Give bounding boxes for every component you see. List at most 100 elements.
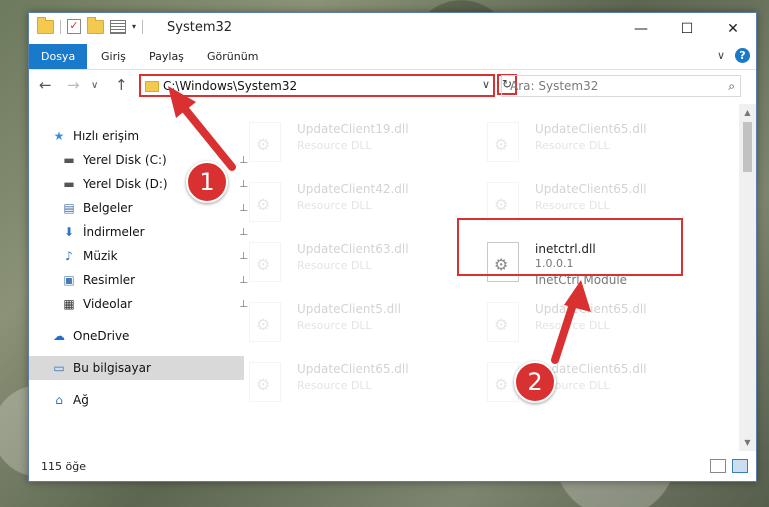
file-name: UpdateClient5.dll xyxy=(297,302,401,316)
scroll-thumb[interactable] xyxy=(743,122,752,172)
dll-file-icon xyxy=(249,242,281,282)
sidebar-item[interactable]: ☁ OneDrive xyxy=(29,324,244,348)
drive-icon: ▬ xyxy=(63,177,75,191)
file-name: UpdateClient65.dll xyxy=(297,362,409,376)
sidebar-item-label: Belgeler xyxy=(83,201,133,215)
maximize-button[interactable]: ☐ xyxy=(664,13,710,44)
sidebar-item-label: Videolar xyxy=(83,297,133,311)
sidebar-item[interactable]: ▦ Videolar ⊥ xyxy=(29,292,254,316)
item-count: 115 öğe xyxy=(41,460,86,473)
folder-icon xyxy=(145,81,159,92)
file-type: Resource DLL xyxy=(297,139,372,152)
search-icon[interactable]: ⌕ xyxy=(728,79,735,94)
music-icon: ♪ xyxy=(65,249,73,263)
dll-file-icon xyxy=(487,122,519,162)
expand-ribbon-icon[interactable]: ∨ xyxy=(717,49,725,62)
file-item[interactable]: UpdateClient65.dllResource DLL xyxy=(467,294,697,350)
sidebar-item[interactable]: ▣ Resimler ⊥ xyxy=(29,268,254,292)
file-type: Resource DLL xyxy=(535,319,610,332)
file-type: Resource DLL xyxy=(297,199,372,212)
properties-check-icon[interactable]: ✓ xyxy=(67,19,81,34)
dll-file-icon xyxy=(487,302,519,342)
close-button[interactable]: ✕ xyxy=(710,13,756,44)
computer-icon: ▭ xyxy=(53,361,65,375)
file-item[interactable]: UpdateClient65.dllResource DLL xyxy=(467,354,697,410)
back-button[interactable]: ← xyxy=(39,76,52,94)
vertical-scrollbar[interactable]: ▲ ▼ xyxy=(739,104,756,451)
forward-button[interactable]: → xyxy=(67,76,80,94)
search-placeholder: Ara: System32 xyxy=(510,79,599,93)
file-name: UpdateClient65.dll xyxy=(535,182,647,196)
status-bar: 115 öğe xyxy=(29,451,756,481)
file-item[interactable]: UpdateClient19.dll Resource DLL xyxy=(229,114,459,170)
file-type: Resource DLL xyxy=(535,139,610,152)
large-icons-view-icon[interactable] xyxy=(732,459,748,473)
customize-icon[interactable] xyxy=(110,19,126,34)
title-bar: ✓ ▾ System32 — ☐ ✕ xyxy=(29,13,756,44)
divider xyxy=(60,19,61,34)
details-view-icon[interactable] xyxy=(710,459,726,473)
documents-icon: ▤ xyxy=(63,201,75,215)
cloud-icon: ☁ xyxy=(53,329,65,343)
file-item[interactable]: UpdateClient5.dll Resource DLL xyxy=(229,294,459,350)
videos-icon: ▦ xyxy=(63,297,75,311)
dll-file-icon xyxy=(249,362,281,402)
file-type: Resource DLL xyxy=(297,379,372,392)
file-type: Resource DLL xyxy=(535,199,610,212)
file-type: Resource DLL xyxy=(297,259,372,272)
qat-dropdown-icon[interactable]: ▾ xyxy=(132,22,136,31)
sidebar-item-label: Ağ xyxy=(73,393,89,407)
file-name: UpdateClient65.dll xyxy=(535,122,647,136)
pictures-icon: ▣ xyxy=(63,273,75,287)
address-path[interactable]: C:\Windows\System32 xyxy=(163,79,297,93)
file-name: UpdateClient19.dll xyxy=(297,122,409,136)
search-box[interactable]: Ara: System32 ⌕ xyxy=(501,75,741,97)
scroll-down-icon[interactable]: ▼ xyxy=(739,434,756,451)
highlight-box xyxy=(457,218,683,276)
dll-file-icon xyxy=(249,182,281,222)
sidebar-item-label: Yerel Disk (C:) xyxy=(83,153,167,167)
sidebar-item[interactable]: ♪ Müzik ⊥ xyxy=(29,244,254,268)
dll-file-icon xyxy=(249,302,281,342)
sidebar-item-label: Hızlı erişim xyxy=(73,129,140,143)
help-icon[interactable]: ? xyxy=(735,48,750,63)
step-1-badge: 1 xyxy=(186,161,228,203)
file-item[interactable]: UpdateClient65.dll Resource DLL xyxy=(467,114,697,170)
file-name: UpdateClient63.dll xyxy=(297,242,409,256)
sidebar-item[interactable]: ⬇ İndirmeler ⊥ xyxy=(29,220,254,244)
network-icon: ⌂ xyxy=(55,393,63,407)
step-2-badge: 2 xyxy=(514,361,556,403)
tab-share[interactable]: Paylaş xyxy=(137,44,196,69)
tab-home[interactable]: Giriş xyxy=(89,44,138,69)
window-title: System32 xyxy=(167,20,233,35)
sidebar-item[interactable]: ★ Hızlı erişim xyxy=(29,124,244,148)
new-folder-icon[interactable] xyxy=(87,16,104,34)
sidebar-item-label: Yerel Disk (D:) xyxy=(83,177,168,191)
file-item[interactable]: UpdateClient65.dll Resource DLL xyxy=(229,354,459,410)
file-item[interactable]: UpdateClient63.dll Resource DLL xyxy=(229,234,459,290)
recent-locations-button[interactable]: ∨ xyxy=(91,80,98,91)
sidebar-item-label: Bu bilgisayar xyxy=(73,361,151,375)
minimize-button[interactable]: — xyxy=(618,13,664,44)
file-item[interactable]: UpdateClient42.dll Resource DLL xyxy=(229,174,459,230)
sidebar-item[interactable]: ▭ Bu bilgisayar xyxy=(29,356,244,380)
drive-icon: ▬ xyxy=(63,153,75,167)
scroll-up-icon[interactable]: ▲ xyxy=(739,104,756,121)
up-button[interactable]: ↑ xyxy=(115,76,128,94)
navigation-bar: ← → ∨ ↑ C:\Windows\System32 ∨ ↻ Ara: Sys… xyxy=(29,70,756,102)
sidebar-item-label: İndirmeler xyxy=(83,225,145,239)
file-type: Resource DLL xyxy=(297,319,372,332)
tab-view[interactable]: Görünüm xyxy=(195,44,270,69)
tab-file[interactable]: Dosya xyxy=(29,44,88,69)
divider xyxy=(142,19,144,34)
address-dropdown-icon[interactable]: ∨ xyxy=(482,78,490,91)
dll-file-icon xyxy=(487,182,519,222)
file-name: UpdateClient42.dll xyxy=(297,182,409,196)
sidebar-item-label: Müzik xyxy=(83,249,118,263)
dll-file-icon xyxy=(249,122,281,162)
folder-icon xyxy=(37,16,54,34)
sidebar-item-label: OneDrive xyxy=(73,329,130,343)
sidebar-item[interactable]: ▤ Belgeler ⊥ xyxy=(29,196,254,220)
sidebar-item[interactable]: ⌂ Ağ xyxy=(29,388,244,412)
address-bar[interactable]: C:\Windows\System32 ∨ ↻ xyxy=(139,74,517,97)
